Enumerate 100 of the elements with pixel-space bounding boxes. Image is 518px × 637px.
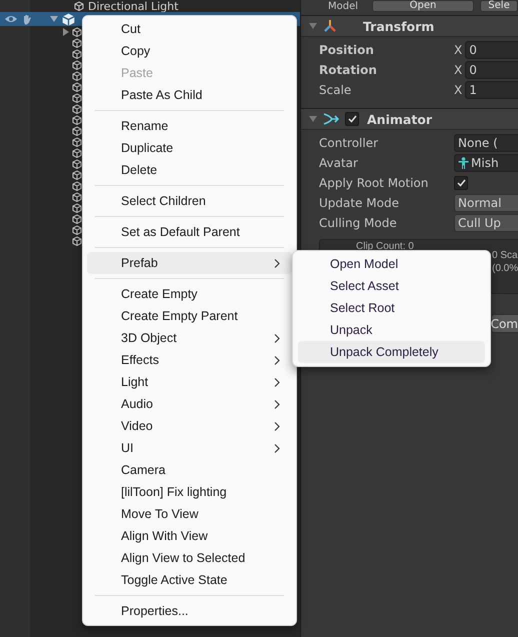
menu-item[interactable]: [lilToon] Fix lighting <box>87 481 292 503</box>
menu-item[interactable]: Properties... <box>87 600 292 622</box>
model-label: Model <box>328 0 358 12</box>
info-text: (0.0% <box>492 263 518 274</box>
chevron-right-icon <box>274 378 280 386</box>
cube-icon <box>72 202 82 212</box>
menu-item[interactable]: Create Empty Parent <box>87 305 292 327</box>
menu-item[interactable]: Create Empty <box>87 283 292 305</box>
menu-item[interactable]: Cut <box>87 18 292 40</box>
transform-axes-icon <box>323 19 337 33</box>
menu-item[interactable]: Duplicate <box>87 137 292 159</box>
object-field[interactable]: Mish <box>454 154 518 172</box>
cube-icon <box>72 48 82 58</box>
clip-count-text: Clip Count: 0 <box>356 240 414 252</box>
cube-icon <box>72 136 82 146</box>
animator-icon <box>323 112 339 126</box>
eye-icon[interactable] <box>4 14 18 24</box>
menu-item[interactable]: Prefab <box>87 252 292 274</box>
chevron-right-icon <box>274 258 280 268</box>
number-field[interactable]: 1 <box>465 81 518 99</box>
menu-item[interactable]: Audio <box>87 393 292 415</box>
component-header[interactable]: Transform <box>301 15 518 37</box>
menu-item[interactable]: Delete <box>87 159 292 181</box>
component-header[interactable]: Animator <box>301 108 518 130</box>
number-field[interactable]: 0 <box>465 41 518 59</box>
property-label: Update Mode <box>319 196 400 210</box>
property-label: Rotation <box>319 63 378 77</box>
cube-icon <box>72 26 82 36</box>
cube-icon <box>72 148 82 158</box>
cube-icon <box>72 92 82 102</box>
menu-item[interactable]: Camera <box>87 459 292 481</box>
number-field[interactable]: 0 <box>465 61 518 79</box>
enable-checkbox[interactable] <box>345 112 359 126</box>
component-button[interactable]: Com <box>491 314 518 333</box>
figure-icon <box>458 157 469 169</box>
menu-item[interactable]: Set as Default Parent <box>87 221 292 243</box>
checkmark-icon <box>348 115 356 123</box>
cube-icon <box>72 170 82 180</box>
expand-arrow-icon[interactable] <box>309 115 317 123</box>
collapsed-arrow-icon[interactable] <box>62 28 70 36</box>
axis-label: X <box>454 63 462 77</box>
expand-arrow-icon[interactable] <box>309 22 317 30</box>
dropdown-field[interactable]: Cull Up <box>454 214 518 232</box>
cube-icon <box>72 38 82 48</box>
menu-item[interactable]: Effects <box>87 349 292 371</box>
cube-icon <box>72 180 82 190</box>
checkbox[interactable] <box>454 176 468 190</box>
axis-label: X <box>454 43 462 57</box>
cube-icon <box>72 192 82 202</box>
chevron-right-icon <box>274 444 280 452</box>
menu-item[interactable]: Unpack Completely <box>298 341 485 363</box>
menu-item[interactable]: Select Asset <box>298 275 485 297</box>
menu-item[interactable]: Align With View <box>87 525 292 547</box>
model-button[interactable]: Sele <box>480 0 518 12</box>
menu-item[interactable]: UI <box>87 437 292 459</box>
menu-item[interactable]: Unpack <box>298 319 485 341</box>
property-label: Apply Root Motion <box>319 176 430 190</box>
chevron-right-icon <box>274 400 280 408</box>
hierarchy-row[interactable]: Directional Light <box>0 0 300 12</box>
cube-icon <box>72 114 82 124</box>
cube-icon <box>72 214 82 224</box>
menu-item[interactable]: Select Root <box>298 297 485 319</box>
cube-icon <box>74 1 84 11</box>
property-label: Position <box>319 43 375 57</box>
cube-icon <box>72 104 82 114</box>
hand-icon[interactable] <box>22 14 32 24</box>
cube-icon <box>72 82 82 92</box>
cube-icon <box>72 70 82 80</box>
object-field[interactable]: None ( <box>454 134 518 152</box>
property-label: Culling Mode <box>319 216 398 230</box>
model-button[interactable]: Open <box>372 0 474 12</box>
cube-icon <box>72 158 82 168</box>
menu-item[interactable]: Select Children <box>87 190 292 212</box>
expand-arrow-icon[interactable] <box>50 15 58 23</box>
menu-item[interactable]: Copy <box>87 40 292 62</box>
menu-item[interactable]: Open Model <box>298 253 485 275</box>
info-text: 0 Sca <box>492 250 518 261</box>
menu-item[interactable]: Video <box>87 415 292 437</box>
menu-item[interactable]: Paste As Child <box>87 84 292 106</box>
menu-item[interactable]: Toggle Active State <box>87 569 292 591</box>
chevron-right-icon <box>274 422 280 430</box>
menu-item[interactable]: Move To View <box>87 503 292 525</box>
chevron-right-icon <box>274 356 280 364</box>
menu-item[interactable]: Light <box>87 371 292 393</box>
property-label: Avatar <box>319 156 359 170</box>
menu-item[interactable]: Rename <box>87 115 292 137</box>
axis-label: X <box>454 83 462 97</box>
component-title: Transform <box>363 18 434 34</box>
component-title: Animator <box>367 112 432 126</box>
cube-icon <box>72 126 82 136</box>
menu-item[interactable]: Align View to Selected <box>87 547 292 569</box>
dropdown-field[interactable]: Normal <box>454 194 518 212</box>
avatar-value: Mish <box>471 156 499 170</box>
cube-icon <box>72 236 82 246</box>
checkmark-icon <box>456 179 466 187</box>
property-label: Controller <box>319 136 380 150</box>
menu-item[interactable]: 3D Object <box>87 327 292 349</box>
object-name: Directional Light <box>88 0 178 12</box>
cube-icon <box>72 224 82 234</box>
cube-icon <box>72 60 82 70</box>
